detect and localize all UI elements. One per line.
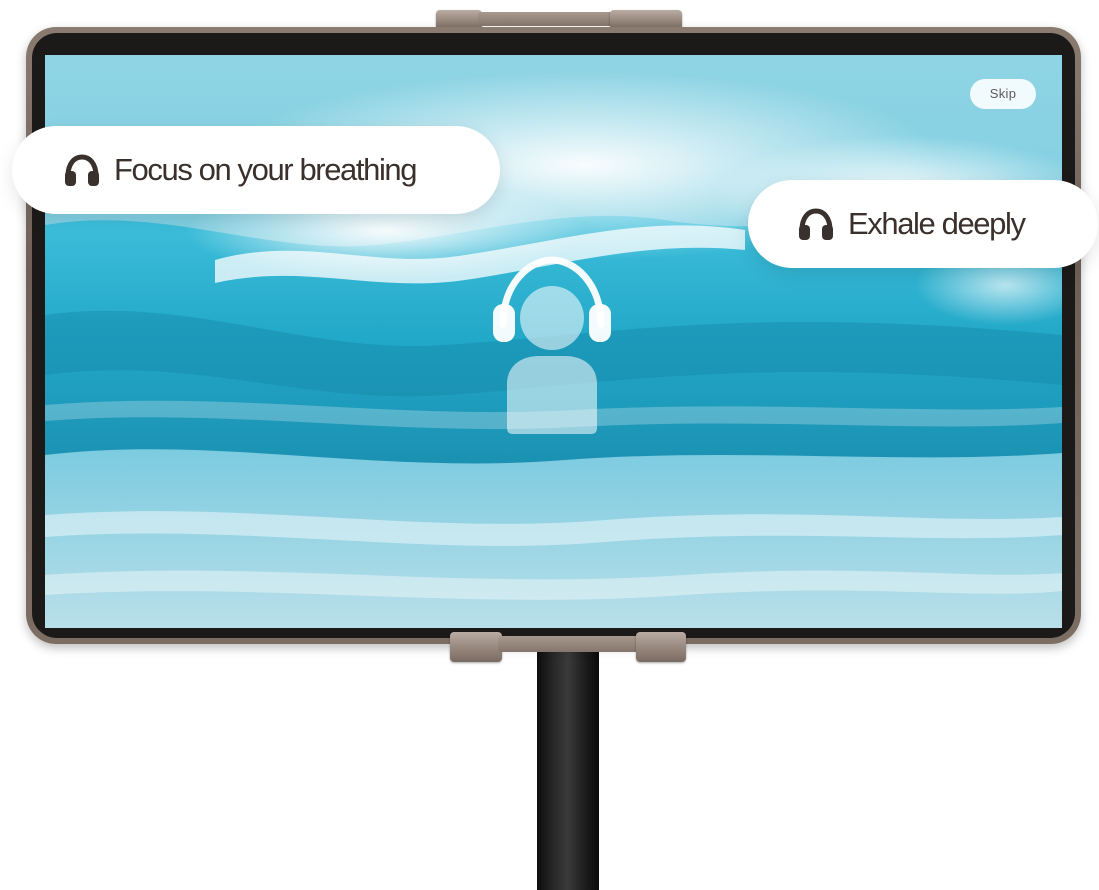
prompt-label: Focus on your breathing bbox=[114, 152, 418, 187]
bottom-clamp-bar bbox=[498, 636, 640, 652]
headphones-icon bbox=[64, 154, 100, 186]
person-with-headphones-icon bbox=[489, 256, 615, 436]
skip-button[interactable]: Skip bbox=[970, 79, 1036, 109]
stand-pole bbox=[537, 640, 599, 890]
prompt-exhale-pill: Exhale deeply bbox=[748, 180, 1098, 268]
top-clamp-bar bbox=[478, 12, 628, 26]
bottom-clamp-right bbox=[636, 632, 686, 662]
headphones-icon bbox=[798, 208, 834, 240]
prompt-label: Exhale deeply bbox=[848, 206, 1026, 241]
bottom-clamp-left bbox=[450, 632, 502, 662]
prompt-focus-pill: Focus on your breathing bbox=[12, 126, 500, 214]
